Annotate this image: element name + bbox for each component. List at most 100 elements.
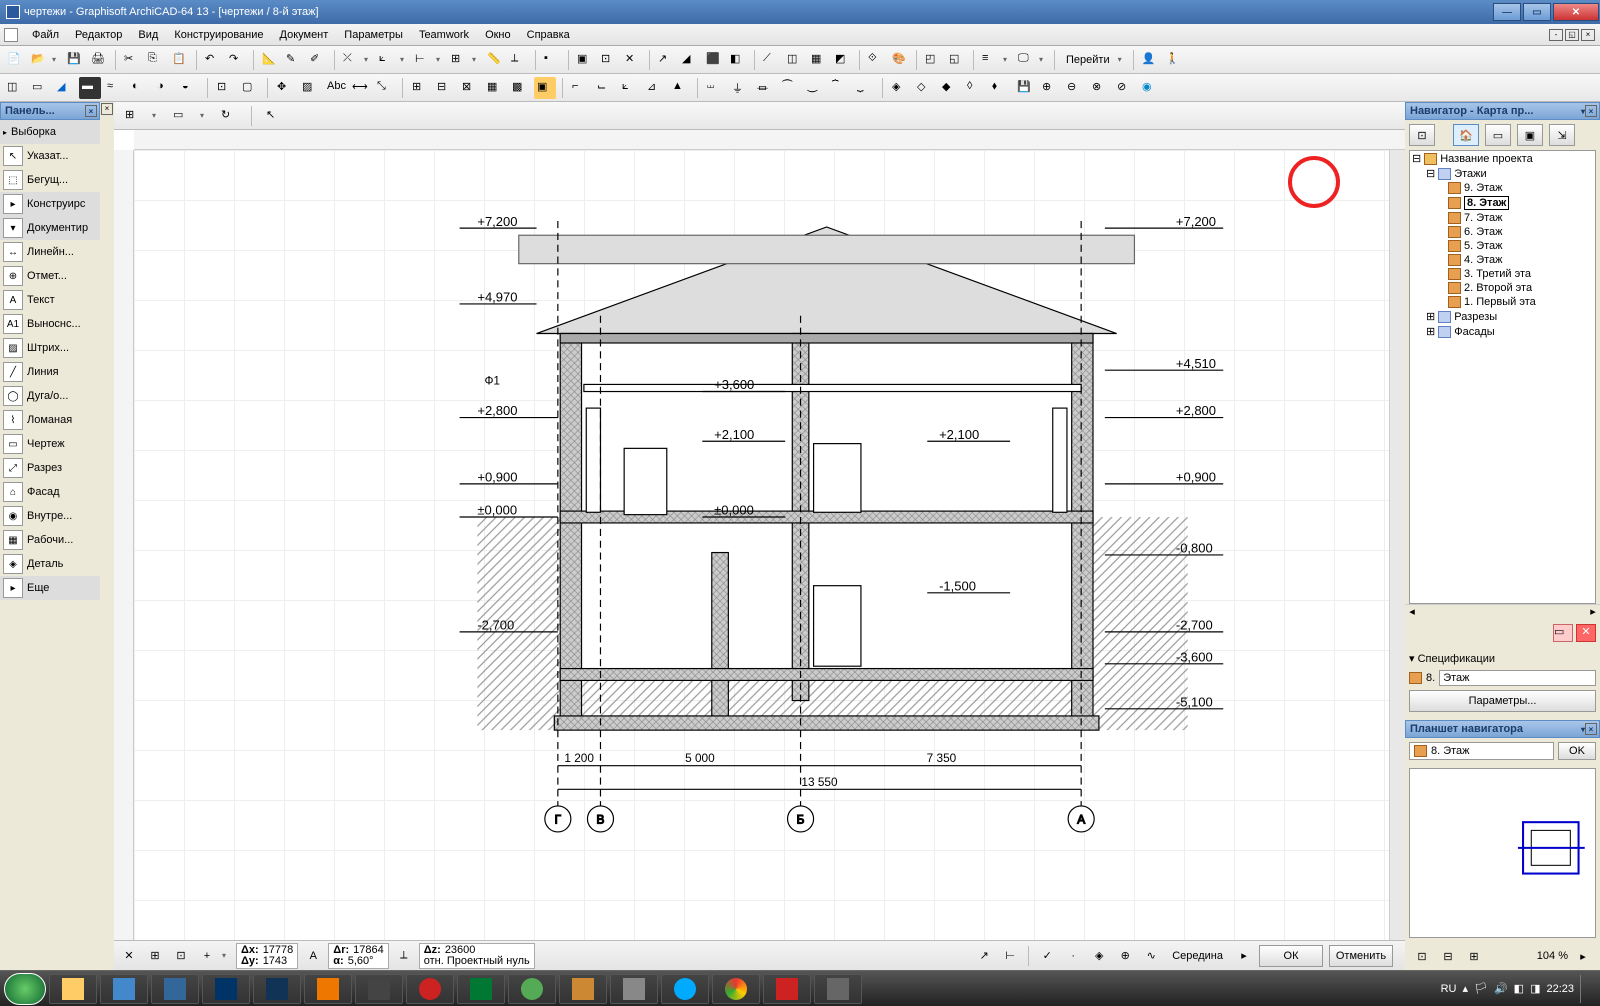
goto-label[interactable]: Перейти [1060,52,1116,68]
zoom-fit-icon[interactable]: ▸ [1572,945,1594,967]
nav-tab-publish[interactable]: ⇲ [1549,124,1575,146]
clock[interactable]: 22:23 [1546,983,1574,995]
scroll-right-icon[interactable]: ▸ [1586,605,1600,620]
snap5-icon[interactable]: ◈ [1088,945,1110,967]
conv-icon[interactable]: ⟐ [865,49,887,71]
dim-icon[interactable]: ⟷ [349,77,371,99]
guide-icon[interactable]: ⟂ [508,49,530,71]
snap7-icon[interactable]: ∿ [1140,945,1162,967]
text-icon[interactable]: Abc [324,77,346,99]
snap4-icon[interactable]: · [1062,945,1084,967]
tool-[interactable]: ▸Еще [0,576,100,600]
story-item[interactable]: 4. Этаж [1410,253,1595,267]
explore-icon[interactable]: ◧ [727,49,749,71]
save2-icon[interactable]: 💾 [1014,77,1036,99]
wall-mode-1[interactable]: ◫ [4,77,26,99]
wall-mode-6[interactable]: ◐ [129,77,151,99]
close-button[interactable]: ✕ [1553,3,1599,21]
planner-ok-button[interactable]: OK [1558,742,1596,760]
cb3-icon[interactable]: ⊡ [170,945,192,967]
navigator-header[interactable]: Навигатор - Карта пр... ▾ × [1405,102,1600,120]
group-icon[interactable]: ▣ [574,49,596,71]
open-icon[interactable]: 📂 [28,49,50,71]
grid5-icon[interactable]: ▩ [509,77,531,99]
new-icon[interactable]: 📄 [4,49,26,71]
tool-[interactable]: ▦Рабочи... [0,528,100,552]
snap6-icon[interactable]: ⊕ [1114,945,1136,967]
tool-[interactable]: ⌇Ломаная [0,408,100,432]
nav-tab-1[interactable]: ⊡ [1409,124,1435,146]
f4-icon[interactable]: ◊ [964,77,986,99]
story-item[interactable]: 2. Второй эта [1410,281,1595,295]
t4-icon[interactable]: ⊿ [644,77,666,99]
tool-[interactable]: ↔Линейн... [0,240,100,264]
move-icon[interactable]: ✥ [274,77,296,99]
tool-[interactable]: ⊕Отмет... [0,264,100,288]
planner-preview[interactable] [1409,768,1596,938]
planner-close-icon[interactable]: × [1585,723,1597,735]
tray-flag-icon[interactable]: 🏳 [1474,982,1488,995]
cb2-icon[interactable]: ⊞ [144,945,166,967]
zoom1-icon[interactable]: ⊡ [1411,945,1433,967]
wall-mode-5[interactable]: ≈ [104,77,126,99]
scroll-left-icon[interactable]: ◂ [1405,605,1419,620]
x-icon[interactable]: ✕ [622,49,644,71]
arrow-tool-icon[interactable]: ↖ [263,105,285,127]
cb6-icon[interactable]: ⟂ [393,945,415,967]
tool-[interactable]: ◉Внутре... [0,504,100,528]
tool-[interactable]: ⌂Фасад [0,480,100,504]
snap1-icon[interactable]: ↗ [973,945,995,967]
cut-icon[interactable]: ✂ [121,49,143,71]
f3-icon[interactable]: ◆ [939,77,961,99]
e1-icon[interactable]: ⏙ [704,77,726,99]
mdi-minimize[interactable]: - [1549,29,1563,41]
task-ps[interactable] [253,974,301,1004]
view3d-icon[interactable]: ⬛ [703,49,725,71]
task-explorer[interactable] [49,974,97,1004]
menu-документ[interactable]: Документ [272,27,337,43]
ok-button[interactable]: ОК [1259,945,1323,967]
task-app6[interactable] [610,974,658,1004]
tray-icon-3[interactable]: ◨ [1530,982,1540,995]
g4-icon[interactable]: ⊘ [1114,77,1136,99]
menu-конструирование[interactable]: Конструирование [166,27,271,43]
task-app7[interactable] [814,974,862,1004]
task-archicad[interactable] [202,974,250,1004]
trim-icon[interactable]: ⤡ [374,77,396,99]
cancel-button[interactable]: Отменить [1329,945,1393,967]
sett3-icon[interactable]: ◩ [832,49,854,71]
tool-[interactable]: ⤢Разрез [0,456,100,480]
story-item[interactable]: 1. Первый эта [1410,295,1595,309]
cb5-icon[interactable]: A [302,945,324,967]
e4-icon[interactable]: ⏜ [779,77,801,99]
hatch-icon[interactable]: ▨ [299,77,321,99]
menu-параметры[interactable]: Параметры [336,27,411,43]
grid2-icon[interactable]: ⊟ [434,77,456,99]
tool-[interactable]: AТекст [0,288,100,312]
show-desktop[interactable] [1580,975,1588,1003]
t5-icon[interactable]: ▲ [669,77,691,99]
menu-справка[interactable]: Справка [519,27,578,43]
task-app2[interactable] [151,974,199,1004]
snap8-icon[interactable]: ▸ [1233,945,1255,967]
story-item[interactable]: 3. Третий эта [1410,267,1595,281]
measure-icon[interactable]: 📐 [259,49,281,71]
task-pdf[interactable] [763,974,811,1004]
story-item[interactable]: 6. Этаж [1410,225,1595,239]
spec-name-input[interactable] [1439,670,1596,686]
t1-icon[interactable]: ⌐ [569,77,591,99]
g3-icon[interactable]: ⊗ [1089,77,1111,99]
grid3-icon[interactable]: ⊠ [459,77,481,99]
tool-[interactable]: ↖Указат... [0,144,100,168]
e6-icon[interactable]: ⏞ [829,77,851,99]
wand-icon[interactable]: ✎ [283,49,305,71]
lang-indicator[interactable]: RU [1441,983,1457,995]
wall-mode-7[interactable]: ◑ [154,77,176,99]
nav-tab-project[interactable]: 🏠 [1453,124,1479,146]
task-chrome[interactable] [712,974,760,1004]
person2-icon[interactable]: 🚶 [1163,49,1185,71]
copy-icon[interactable]: ⎘ [145,49,167,71]
navigator-tree[interactable]: ⊟Название проекта ⊟Этажи 9. Этаж8. Этаж7… [1409,150,1596,604]
tray-icon-2[interactable]: ◧ [1514,982,1524,995]
f2-icon[interactable]: ◇ [914,77,936,99]
